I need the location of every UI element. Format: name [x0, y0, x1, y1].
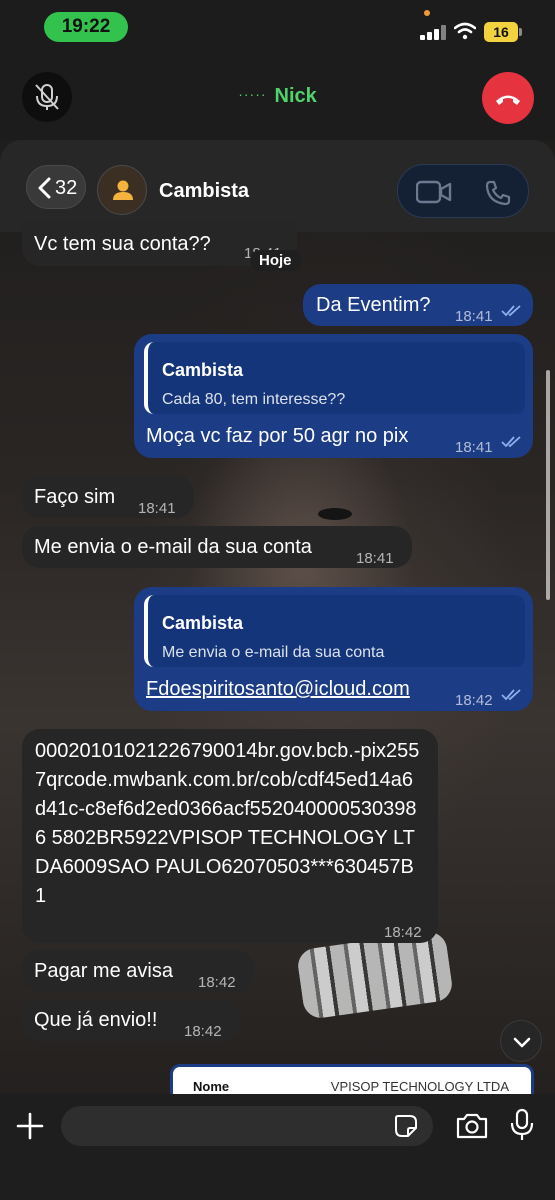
message-time: 18:42	[384, 924, 422, 941]
receipt-label: Nome	[193, 1079, 230, 1094]
wallpaper-detail	[295, 929, 455, 1021]
message-time: 18:41	[356, 550, 394, 567]
chevron-down-icon	[513, 1037, 531, 1048]
hang-up-icon	[496, 95, 520, 105]
message-outgoing-reply[interactable]: Cambista Me envia o e-mail da sua conta …	[134, 587, 533, 711]
reply-quote[interactable]: Cambista Cada 80, tem interesse??	[144, 342, 525, 414]
message-time: 18:42	[198, 974, 236, 991]
message-text: Que já envio!!	[34, 1009, 158, 1031]
reply-text: Cada 80, tem interesse??	[162, 391, 346, 408]
scroll-down-button[interactable]	[500, 1020, 542, 1062]
unread-count: 32	[55, 177, 78, 199]
message-incoming[interactable]: Pagar me avisa 18:42	[22, 950, 254, 992]
person-icon	[113, 180, 133, 200]
message-time: 18:41	[138, 500, 176, 517]
message-text: Me envia o e-mail da sua conta	[34, 536, 312, 558]
battery-icon: 16	[484, 22, 518, 42]
call-contact-name: Nick	[274, 85, 317, 107]
camera-icon[interactable]	[455, 1112, 489, 1140]
video-call-icon[interactable]	[416, 180, 452, 204]
end-call-button[interactable]	[482, 72, 534, 124]
read-check-icon	[501, 689, 521, 701]
status-time[interactable]: 19:22	[44, 12, 128, 42]
microphone-icon[interactable]	[510, 1108, 534, 1142]
message-text: Moça vc faz por 50 agr no pix	[146, 425, 409, 447]
message-incoming[interactable]: Que já envio!! 18:42	[22, 999, 240, 1041]
reply-quote[interactable]: Cambista Me envia o e-mail da sua conta	[144, 595, 525, 667]
active-call-bar[interactable]: ····· Nick	[0, 55, 555, 140]
chat-title[interactable]: Cambista	[159, 180, 249, 203]
call-contact[interactable]: ····· Nick	[0, 85, 555, 108]
message-time: 18:41	[455, 308, 493, 325]
status-bar: 19:22 16	[0, 0, 555, 55]
message-text: Da Eventim?	[316, 294, 431, 316]
reply-author: Cambista	[162, 360, 244, 380]
privacy-indicator	[424, 10, 430, 16]
wallpaper-detail	[318, 508, 352, 520]
message-outgoing[interactable]: Da Eventim? 18:41	[303, 284, 533, 326]
reply-author: Cambista	[162, 613, 244, 633]
email-link[interactable]: Fdoespiritosanto@icloud.com	[146, 675, 410, 703]
receipt-value: VPISOP TECHNOLOGY LTDA	[330, 1079, 509, 1094]
call-activity-dots: ·····	[238, 86, 267, 102]
battery-tip	[519, 28, 522, 36]
read-check-icon	[501, 436, 521, 448]
chevron-left-icon	[38, 177, 51, 199]
call-actions	[397, 164, 529, 218]
message-incoming[interactable]: Faço sim 18:41	[22, 476, 194, 518]
sticker-icon[interactable]	[394, 1114, 418, 1138]
message-time: 18:42	[184, 1023, 222, 1040]
message-incoming-pix-code[interactable]: 00020101021226790014br.gov.bcb.-pix2557q…	[22, 729, 438, 943]
message-text: Vc tem sua conta??	[34, 233, 211, 255]
message-outgoing-reply[interactable]: Cambista Cada 80, tem interesse?? Moça v…	[134, 334, 533, 458]
phone-icon[interactable]	[484, 179, 512, 207]
back-button[interactable]: 32	[26, 165, 86, 209]
message-text: Faço sim	[34, 486, 116, 508]
chat-header: 32 Cambista	[0, 140, 555, 232]
message-input-bar	[0, 1094, 555, 1200]
wifi-icon	[454, 22, 476, 40]
avatar[interactable]	[97, 165, 147, 215]
plus-icon[interactable]	[14, 1110, 46, 1142]
message-text: 00020101021226790014br.gov.bcb.-pix2557q…	[35, 740, 420, 907]
message-input[interactable]	[61, 1106, 433, 1146]
date-separator: Hoje	[250, 250, 301, 271]
message-text: Pagar me avisa	[34, 960, 173, 982]
message-time: 18:42	[455, 692, 493, 709]
message-incoming[interactable]: Me envia o e-mail da sua conta 18:41	[22, 526, 412, 568]
scrollbar[interactable]	[546, 370, 550, 600]
signal-icon	[420, 24, 446, 40]
reply-text: Me envia o e-mail da sua conta	[162, 644, 385, 661]
read-check-icon	[501, 305, 521, 317]
message-time: 18:41	[455, 439, 493, 456]
